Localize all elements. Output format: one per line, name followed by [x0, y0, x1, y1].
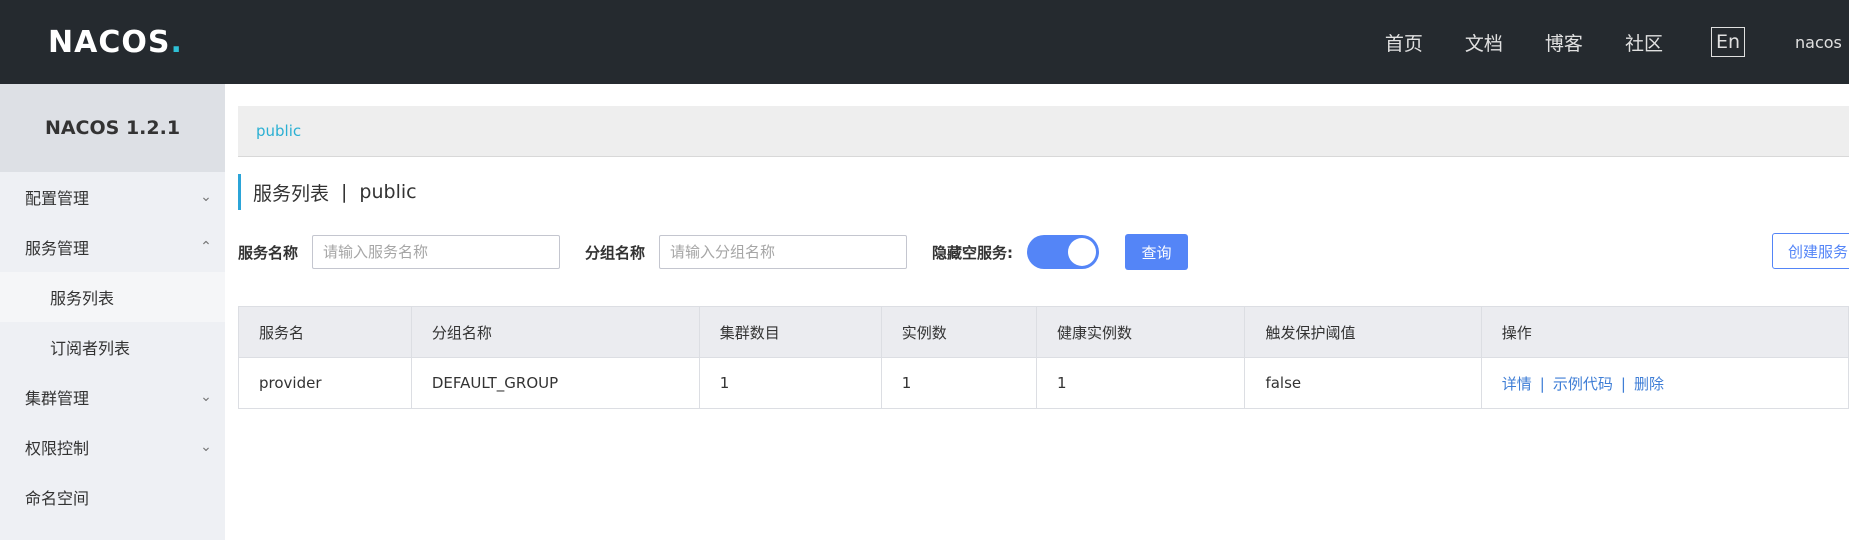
service-name-input[interactable]	[312, 235, 561, 269]
column-header: 分组名称	[410, 306, 700, 358]
sidebar-item-access-control[interactable]: 权限控制 ⌄	[0, 422, 225, 472]
column-header: 集群数目	[698, 306, 882, 358]
sample-code-link[interactable]: 示例代码	[1553, 375, 1613, 393]
column-header: 健康实例数	[1036, 306, 1246, 358]
sidebar-item-label: 集群管理	[25, 389, 90, 408]
sidebar-item-label: 权限控制	[25, 439, 90, 458]
main-content: public 服务列表 | public 服务名称 分组名称 隐藏空服务: 查询…	[225, 84, 1849, 540]
sidebar-title: NACOS 1.2.1	[0, 84, 225, 172]
sidebar-item-service-management[interactable]: 服务管理 ⌃	[0, 222, 225, 272]
cell-operations: 详情 | 示例代码 | 删除	[1480, 357, 1849, 409]
top-nav: 首页 文档 博客 社区 En nacos	[1385, 0, 1849, 84]
nav-home[interactable]: 首页	[1385, 29, 1423, 56]
delete-link[interactable]: 删除	[1634, 375, 1664, 393]
service-name-label: 服务名称	[238, 243, 299, 262]
column-header: 实例数	[880, 306, 1038, 358]
cell-protect-threshold: false	[1244, 357, 1482, 409]
sidebar-item-label: 服务列表	[50, 289, 115, 308]
hide-empty-label: 隐藏空服务:	[932, 243, 1014, 262]
filter-bar: 服务名称 分组名称 隐藏空服务: 查询	[238, 232, 1849, 272]
nacos-logo[interactable]: NACOS.	[48, 24, 182, 60]
sidebar-item-label: 配置管理	[25, 189, 90, 208]
group-name-input[interactable]	[659, 235, 908, 269]
op-separator: |	[1620, 374, 1626, 393]
namespace-link[interactable]: public	[256, 122, 301, 140]
logo-text: NACOS	[48, 24, 171, 60]
column-header: 操作	[1480, 306, 1849, 358]
title-separator: |	[341, 181, 348, 203]
query-button[interactable]: 查询	[1125, 234, 1189, 270]
service-table: 服务名 分组名称 集群数目 实例数 健康实例数 触发保护阈值 操作 provid…	[238, 306, 1849, 409]
cell-cluster-count: 1	[698, 357, 882, 409]
chevron-down-icon: ⌄	[200, 189, 212, 205]
column-header: 服务名	[238, 306, 412, 358]
sidebar-item-label: 命名空间	[25, 489, 90, 508]
logo-dot: .	[170, 24, 182, 60]
sidebar-item-label: 订阅者列表	[50, 339, 131, 358]
table-header-row: 服务名 分组名称 集群数目 实例数 健康实例数 触发保护阈值 操作	[238, 306, 1849, 358]
page-title-text: 服务列表	[253, 182, 330, 205]
page-title: 服务列表 | public	[238, 174, 417, 210]
cell-group-name: DEFAULT_GROUP	[410, 357, 700, 409]
group-name-label: 分组名称	[585, 243, 646, 262]
sidebar-item-config-management[interactable]: 配置管理 ⌄	[0, 172, 225, 222]
user-menu[interactable]: nacos	[1795, 33, 1849, 52]
create-service-button[interactable]: 创建服务	[1772, 233, 1849, 269]
details-link[interactable]: 详情	[1502, 375, 1532, 393]
hide-empty-toggle[interactable]	[1027, 235, 1100, 269]
cell-healthy-instance-count: 1	[1036, 357, 1246, 409]
namespace-breadcrumb: public	[238, 106, 1849, 157]
sidebar-item-subscriber-list[interactable]: 订阅者列表	[0, 322, 225, 372]
sidebar-item-cluster-management[interactable]: 集群管理 ⌄	[0, 372, 225, 422]
sidebar-item-service-list[interactable]: 服务列表	[0, 272, 225, 322]
column-header: 触发保护阈值	[1244, 306, 1482, 358]
nav-docs[interactable]: 文档	[1465, 29, 1503, 56]
cell-instance-count: 1	[880, 357, 1038, 409]
top-navbar: NACOS. 首页 文档 博客 社区 En nacos	[0, 0, 1849, 84]
chevron-up-icon: ⌃	[200, 239, 212, 255]
sidebar-item-label: 服务管理	[25, 239, 90, 258]
page-title-namespace: public	[359, 181, 417, 203]
sidebar-item-namespace[interactable]: 命名空间	[0, 472, 225, 522]
sidebar: NACOS 1.2.1 配置管理 ⌄ 服务管理 ⌃ 服务列表 订阅者列表 集群管…	[0, 84, 225, 540]
nav-community[interactable]: 社区	[1625, 29, 1663, 56]
chevron-down-icon: ⌄	[200, 439, 212, 455]
chevron-down-icon: ⌄	[200, 389, 212, 405]
toggle-knob	[1068, 238, 1097, 266]
table-row: provider DEFAULT_GROUP 1 1 1 false 详情 | 示例…	[238, 357, 1849, 409]
language-switch-button[interactable]: En	[1710, 27, 1745, 57]
nav-blog[interactable]: 博客	[1545, 29, 1583, 56]
cell-service-name: provider	[238, 357, 412, 409]
op-separator: |	[1539, 374, 1545, 393]
